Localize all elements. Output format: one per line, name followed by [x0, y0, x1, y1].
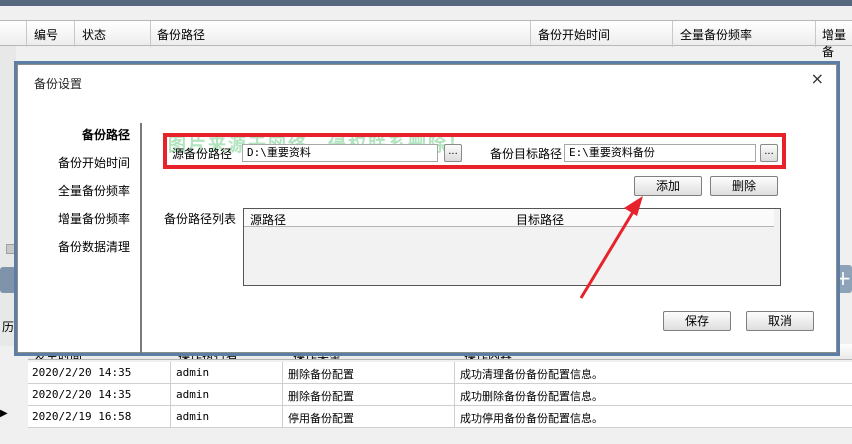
annotation-arrow [579, 196, 643, 299]
arrow-head-icon [624, 196, 643, 216]
arrow-shaft [579, 206, 638, 299]
